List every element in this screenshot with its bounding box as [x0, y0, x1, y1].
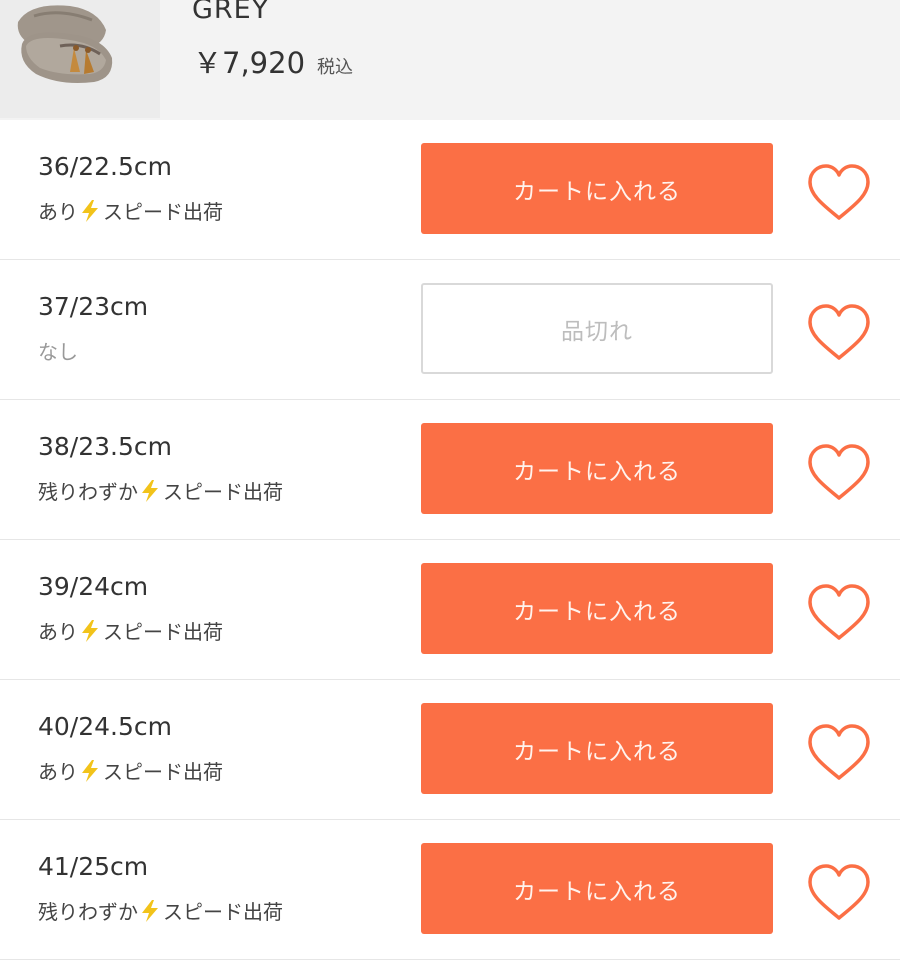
stock-status: 残りわずか スピード出荷	[38, 476, 283, 505]
heart-icon[interactable]	[806, 443, 872, 503]
stock-status: 残りわずか スピード出荷	[38, 896, 283, 925]
stock-label: あり	[38, 200, 78, 224]
heart-icon[interactable]	[806, 723, 872, 783]
add-to-cart-button[interactable]: カートに入れる	[421, 143, 773, 234]
add-to-cart-button[interactable]: カートに入れる	[421, 563, 773, 654]
product-thumbnail[interactable]	[0, 0, 160, 118]
stock-label: 残りわずか	[38, 900, 138, 924]
speed-shipping-label: スピード出荷	[103, 620, 223, 644]
size-label: 37/23cm	[38, 292, 149, 321]
size-label: 38/23.5cm	[38, 432, 172, 461]
stock-label: なし	[38, 340, 78, 364]
size-row-41: 41/25cm 残りわずか スピード出荷 カートに入れる	[0, 820, 900, 960]
size-label: 41/25cm	[38, 852, 149, 881]
heart-icon[interactable]	[806, 583, 872, 643]
heart-icon[interactable]	[806, 303, 872, 363]
speed-shipping-label: スピード出荷	[163, 480, 283, 504]
size-label: 40/24.5cm	[38, 712, 172, 741]
lightning-bolt-icon	[82, 759, 98, 782]
size-row-37: 37/23cm なし 品切れ	[0, 260, 900, 400]
price-line: ￥7,920 税込	[193, 40, 353, 82]
add-to-cart-button[interactable]: カートに入れる	[421, 703, 773, 794]
speed-shipping-label: スピード出荷	[103, 200, 223, 224]
stock-label: あり	[38, 620, 78, 644]
stock-status: なし	[38, 336, 78, 365]
lightning-bolt-icon	[82, 199, 98, 222]
heart-icon[interactable]	[806, 863, 872, 923]
size-row-36: 36/22.5cm あり スピード出荷 カートに入れる	[0, 120, 900, 260]
product-header: GREY ￥7,920 税込	[0, 0, 900, 121]
loafer-shoe-image	[17, 5, 113, 83]
stock-status: あり スピード出荷	[38, 756, 223, 785]
heart-icon[interactable]	[806, 163, 872, 223]
lightning-bolt-icon	[142, 479, 158, 502]
size-row-39: 39/24cm あり スピード出荷 カートに入れる	[0, 540, 900, 680]
product-color-name: GREY	[192, 0, 270, 25]
size-list: 36/22.5cm あり スピード出荷 カートに入れる 37/23cm なし 品…	[0, 120, 900, 960]
add-to-cart-button[interactable]: カートに入れる	[421, 843, 773, 934]
stock-status: あり スピード出荷	[38, 196, 223, 225]
lightning-bolt-icon	[82, 619, 98, 642]
product-price: ￥7,920	[193, 46, 306, 80]
add-to-cart-button[interactable]: カートに入れる	[421, 423, 773, 514]
size-label: 36/22.5cm	[38, 152, 172, 181]
stock-label: あり	[38, 760, 78, 784]
stock-label: 残りわずか	[38, 480, 138, 504]
speed-shipping-label: スピード出荷	[163, 900, 283, 924]
speed-shipping-label: スピード出荷	[103, 760, 223, 784]
size-row-38: 38/23.5cm 残りわずか スピード出荷 カートに入れる	[0, 400, 900, 540]
size-label: 39/24cm	[38, 572, 149, 601]
tax-label: 税込	[317, 57, 354, 78]
size-row-40: 40/24.5cm あり スピード出荷 カートに入れる	[0, 680, 900, 820]
lightning-bolt-icon	[142, 899, 158, 922]
stock-status: あり スピード出荷	[38, 616, 223, 645]
sold-out-button: 品切れ	[421, 283, 773, 374]
